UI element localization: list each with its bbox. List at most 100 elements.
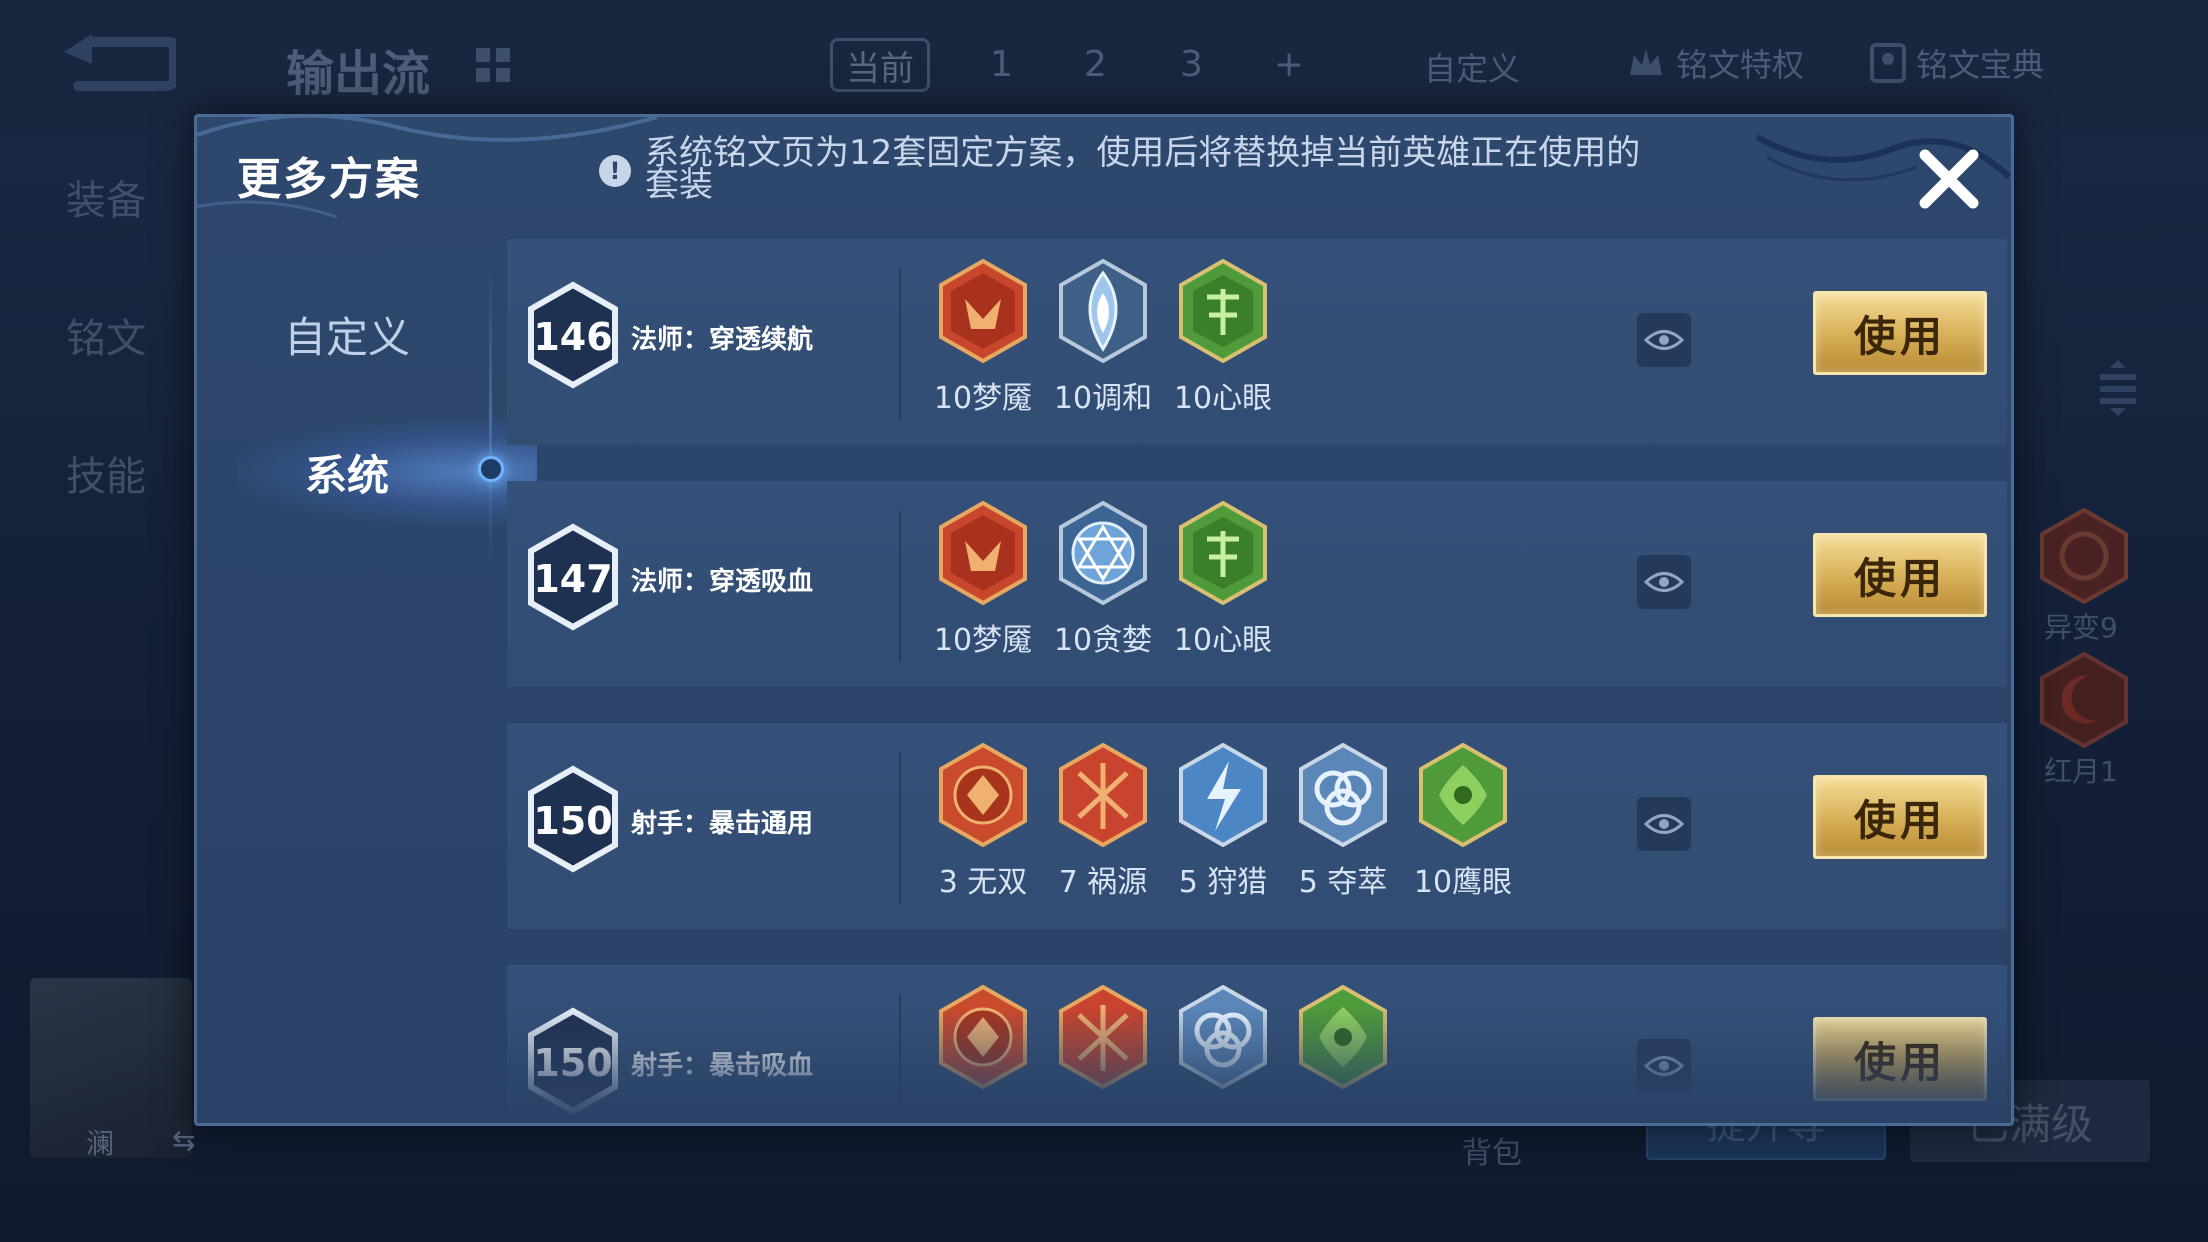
rune-slot[interactable]: 10鹰眼 [1403,743,1523,900]
plunder-rune-icon [1179,985,1267,1089]
rune-slot[interactable] [1283,985,1403,1123]
grid-icon[interactable] [476,48,510,82]
harmony-rune-icon [1059,259,1147,363]
hawk-eye-rune-icon [1299,985,1387,1089]
rune-label: 10心眼 [1173,623,1273,658]
nightmare-rune-icon [939,259,1027,363]
plan-name: 法师：穿透续航 [631,325,814,355]
tab-current[interactable]: 当前 [830,38,930,92]
rune-slot[interactable]: 10梦魇 [923,259,1043,416]
tab-rune-book-label: 铭文宝典 [1916,46,2045,84]
mutation-rune-icon[interactable] [2036,506,2132,606]
preview-button[interactable] [1637,797,1691,851]
close-icon [1919,149,1979,209]
tab-custom[interactable]: 自定义 [1424,44,1520,90]
eye-icon [1644,572,1684,592]
rune-label: 10梦魇 [933,623,1033,658]
use-button[interactable]: 使用 [1813,291,1987,375]
hero-name: 澜 [86,1127,115,1160]
crown-icon [1630,49,1662,75]
tab-rune-book[interactable]: 铭文宝典 [1870,40,2044,86]
peerless-rune-icon [939,743,1027,847]
rune-label: 10梦魇 [933,381,1033,416]
calamity-rune-icon [1059,985,1147,1089]
nav-tab-system[interactable]: 系统 [197,417,497,527]
eye-icon [1644,814,1684,834]
rune-label: 10调和 [1053,381,1153,416]
rune-slot[interactable]: 10贪婪 [1043,501,1163,658]
plunder-rune-icon [1299,743,1387,847]
red-moon-rune-icon[interactable] [2036,650,2132,750]
hunting-rune-icon [1179,743,1267,847]
row-separator [899,269,901,419]
rune-label: 10鹰眼 [1413,865,1513,900]
side-item-runes[interactable]: 铭文 [66,306,146,364]
plan-row: 146 法师：穿透续航 10梦魇 10调和 10心眼 使用 [507,239,2007,445]
more-plans-modal: 更多方案 ! 系统铭文页为12套固定方案，使用后将替换掉当前英雄正在使用的套装 … [194,114,2014,1126]
tab-rune-privilege[interactable]: 铭文特权 [1626,40,1804,86]
rune-label: 10心眼 [1173,381,1273,416]
rune-label: 10贪婪 [1053,623,1153,658]
rune-slot[interactable]: 7 祸源 [1043,743,1163,900]
bag-label[interactable]: 背包 [1462,1128,1522,1172]
level-number: 150 [533,1041,613,1085]
eye-icon [1644,1056,1684,1076]
rune-slot[interactable]: 10梦魇 [923,501,1043,658]
mutation-rune-label: 异变9 [2044,611,2118,644]
row-separator [899,753,901,903]
mind-eye-rune-icon [1179,259,1267,363]
level-number: 150 [533,799,613,843]
level-number: 147 [533,557,613,601]
rune-label: 5 狩猎 [1178,865,1268,900]
use-button[interactable]: 使用 [1813,1017,1987,1101]
rune-slot[interactable]: 10调和 [1043,259,1163,416]
greed-rune-icon [1059,501,1147,605]
nav-selected-dot [478,456,504,482]
tab-add-page[interactable]: + [1274,44,1304,85]
row-separator [899,511,901,661]
modal-title: 更多方案 [237,154,421,205]
back-arrow-icon[interactable] [58,34,176,92]
close-button[interactable] [1907,137,1991,221]
tab-page-3[interactable]: 3 [1180,44,1203,85]
side-item-skills[interactable]: 技能 [66,444,146,502]
preview-button[interactable] [1637,1039,1691,1093]
use-button[interactable]: 使用 [1813,533,1987,617]
tab-page-1[interactable]: 1 [990,44,1013,85]
nav-tab-custom[interactable]: 自定义 [197,279,497,389]
rune-slot[interactable]: 5 夺萃 [1283,743,1403,900]
rune-slot[interactable]: 3 无双 [923,743,1043,900]
nightmare-rune-icon [939,501,1027,605]
background-title: 输出流 [286,46,431,102]
plan-name: 射手：暴击吸血 [631,1051,814,1081]
plan-row: 150 射手：暴击吸血 使用 [507,965,2007,1123]
rune-slot[interactable] [1163,985,1283,1123]
hawk-eye-rune-icon [1419,743,1507,847]
rune-label: 5 夺萃 [1298,865,1388,900]
row-separator [899,995,901,1123]
plan-list[interactable]: 146 法师：穿透续航 10梦魇 10调和 10心眼 使用 147 法师：穿透吸… [507,239,2007,1123]
use-button[interactable]: 使用 [1813,775,1987,859]
red-moon-rune-label: 红月1 [2044,755,2118,788]
mind-eye-rune-icon [1179,501,1267,605]
preview-button[interactable] [1637,555,1691,609]
info-icon: ! [599,155,631,187]
peerless-rune-icon [939,985,1027,1089]
rune-slot[interactable] [1043,985,1163,1123]
notice-text: 系统铭文页为12套固定方案，使用后将替换掉当前英雄正在使用的套装 [645,133,1641,205]
swap-hero-icon[interactable]: ⇆ [172,1124,195,1157]
rune-slot[interactable] [923,985,1043,1123]
rune-label: 3 无双 [938,865,1028,900]
tab-page-2[interactable]: 2 [1084,44,1107,85]
side-item-equipment[interactable]: 装备 [66,168,146,226]
book-icon [1870,43,1906,83]
calamity-rune-icon [1059,743,1147,847]
rune-slot[interactable]: 5 狩猎 [1163,743,1283,900]
eye-icon [1644,330,1684,350]
tab-rune-privilege-label: 铭文特权 [1676,46,1805,84]
list-menu-icon[interactable] [2098,360,2138,416]
preview-button[interactable] [1637,313,1691,367]
rune-slot[interactable]: 10心眼 [1163,259,1283,416]
plan-name: 射手：暴击通用 [631,809,814,839]
rune-slot[interactable]: 10心眼 [1163,501,1283,658]
